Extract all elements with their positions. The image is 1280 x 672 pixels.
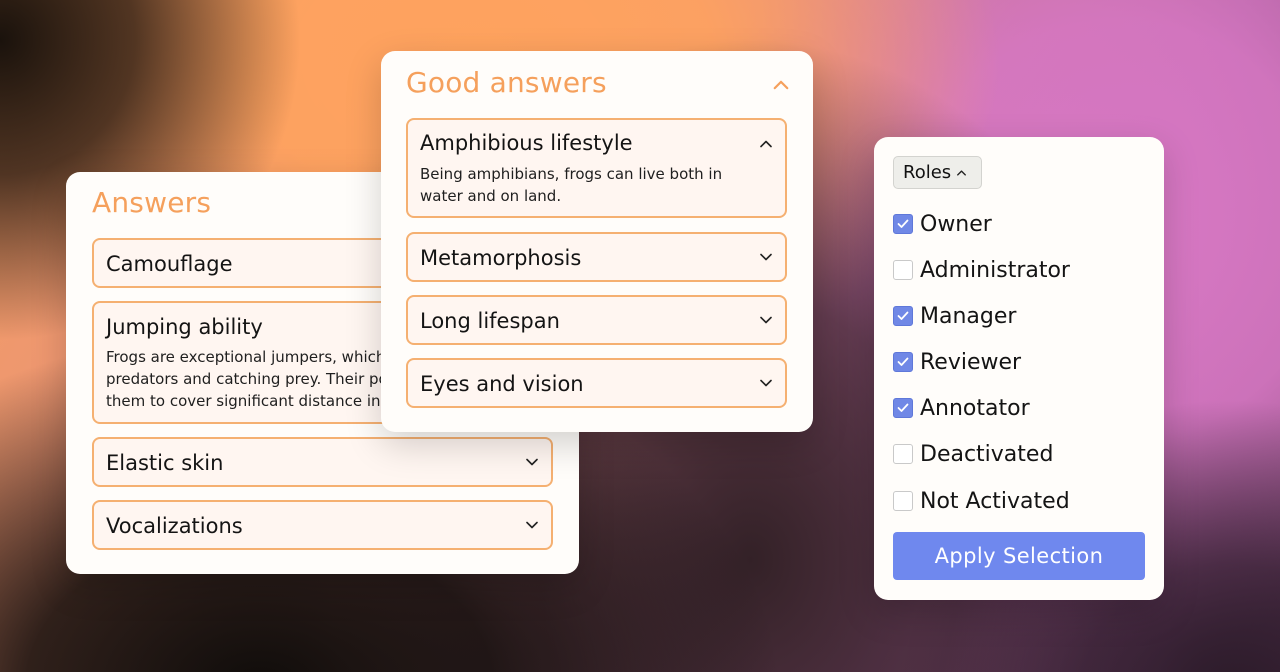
item-title: Jumping ability	[106, 315, 263, 339]
role-label: Deactivated	[920, 441, 1054, 467]
checkbox-checked[interactable]	[893, 352, 913, 372]
item-title: Vocalizations	[106, 514, 243, 538]
chevron-up-icon[interactable]	[755, 133, 777, 155]
item-title: Eyes and vision	[420, 372, 584, 396]
role-label: Owner	[920, 211, 992, 237]
checkbox-checked[interactable]	[893, 306, 913, 326]
item-title: Amphibious lifestyle	[420, 131, 633, 155]
role-label: Not Activated	[920, 488, 1070, 514]
roles-dropdown-button[interactable]: Roles	[893, 156, 982, 189]
chevron-down-icon[interactable]	[755, 246, 777, 268]
role-option-owner[interactable]: Owner	[893, 210, 992, 238]
answer-item-elastic-skin[interactable]: Elastic skin	[92, 437, 553, 487]
answers-title: Answers	[92, 186, 212, 219]
check-icon	[897, 403, 909, 412]
item-description: Being amphibians, frogs can live both in…	[420, 165, 723, 205]
answer-item-long-lifespan[interactable]: Long lifespan	[406, 295, 787, 345]
role-option-not-activated[interactable]: Not Activated	[893, 487, 1070, 515]
chevron-down-icon[interactable]	[521, 451, 543, 473]
check-icon	[897, 311, 909, 320]
role-option-administrator[interactable]: Administrator	[893, 256, 1070, 284]
item-title: Camouflage	[106, 252, 233, 276]
role-label: Reviewer	[920, 349, 1022, 375]
answer-item-amphibious-lifestyle[interactable]: Amphibious lifestyle Being amphibians, f…	[406, 118, 787, 218]
role-option-deactivated[interactable]: Deactivated	[893, 440, 1053, 468]
checkbox-checked[interactable]	[893, 398, 913, 418]
role-label: Annotator	[920, 395, 1030, 421]
good-answers-card: Good answers Amphibious lifestyle Being …	[381, 51, 813, 432]
checkbox-checked[interactable]	[893, 214, 913, 234]
item-title: Elastic skin	[106, 451, 224, 475]
checkbox-unchecked[interactable]	[893, 444, 913, 464]
roles-dropdown-label: Roles	[903, 162, 952, 183]
checkbox-unchecked[interactable]	[893, 491, 913, 511]
chevron-down-icon[interactable]	[755, 372, 777, 394]
item-description: Frogs are exceptional jumpers, which ai …	[106, 348, 408, 410]
good-answers-title: Good answers	[406, 66, 607, 99]
role-label: Manager	[920, 303, 1017, 329]
answer-item-eyes-and-vision[interactable]: Eyes and vision	[406, 358, 787, 408]
chevron-down-icon[interactable]	[755, 309, 777, 331]
chevron-up-icon[interactable]	[769, 73, 793, 97]
check-icon	[897, 219, 909, 228]
answer-item-metamorphosis[interactable]: Metamorphosis	[406, 232, 787, 282]
role-option-manager[interactable]: Manager	[893, 302, 1016, 330]
answer-item-vocalizations[interactable]: Vocalizations	[92, 500, 553, 550]
roles-card: Roles Owner Administrator Manager Review…	[874, 137, 1164, 600]
item-title: Metamorphosis	[420, 246, 582, 270]
role-label: Administrator	[920, 257, 1070, 283]
item-title: Long lifespan	[420, 309, 560, 333]
chevron-up-icon	[957, 169, 967, 176]
role-option-annotator[interactable]: Annotator	[893, 394, 1030, 422]
apply-selection-button[interactable]: Apply Selection	[893, 532, 1145, 580]
chevron-down-icon[interactable]	[521, 514, 543, 536]
check-icon	[897, 357, 909, 366]
checkbox-unchecked[interactable]	[893, 260, 913, 280]
role-option-reviewer[interactable]: Reviewer	[893, 348, 1021, 376]
